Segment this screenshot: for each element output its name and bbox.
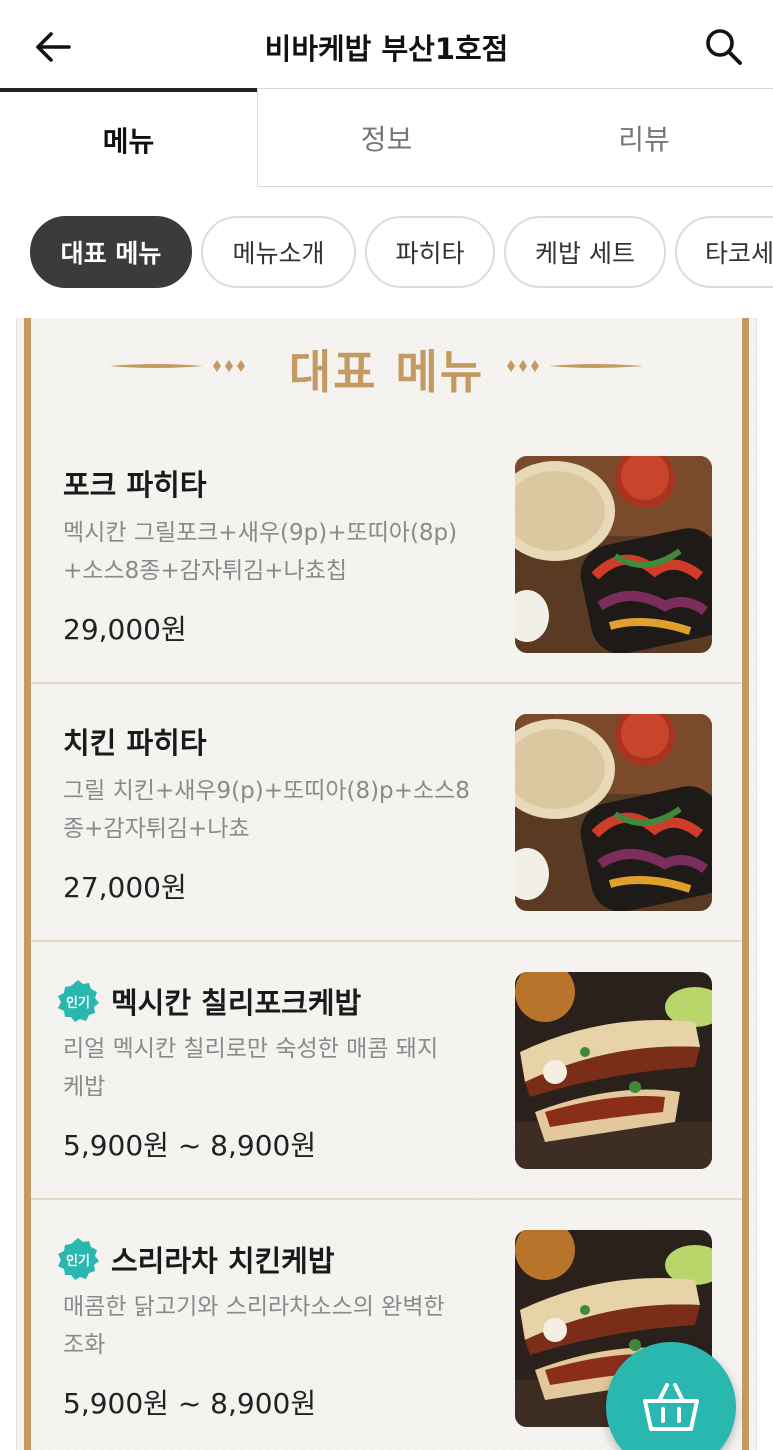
main-tabs: 메뉴 정보 리뷰 xyxy=(0,88,773,187)
item-name: 치킨 파히타 xyxy=(63,726,207,760)
app-header: 비바케밥 부산1호점 xyxy=(0,0,773,90)
panel-rail-left xyxy=(24,318,31,1450)
tab-menu[interactable]: 메뉴 xyxy=(0,88,257,187)
item-name: 인기 멕시칸 칠리포크케밥 xyxy=(58,978,361,1024)
basket-icon xyxy=(643,1383,699,1431)
item-description: 리얼 멕시칸 칠리로만 숙성한 매콤 돼지 케밥 xyxy=(63,1036,439,1100)
menu-item[interactable]: 인기 멕시칸 칠리포크케밥 리얼 멕시칸 칠리로만 숙성한 매콤 돼지 케밥 5… xyxy=(31,942,742,1200)
svg-text:인기: 인기 xyxy=(66,1253,90,1269)
item-description: 멕시칸 그릴포크+새우(9p)+또띠아(8p) +소스8종+감자튀김+나쵸칩 xyxy=(63,520,458,584)
item-description: 그릴 치킨+새우9(p)+또띠아(8)p+소스8 종+감자튀김+나쵸 xyxy=(63,778,470,842)
ornament-right-icon xyxy=(507,360,643,372)
chip-taco-set[interactable]: 타코세 xyxy=(675,216,773,288)
chip-signature-menu[interactable]: 대표 메뉴 xyxy=(30,216,192,288)
tab-info[interactable]: 정보 xyxy=(257,88,515,187)
menu-item[interactable]: 치킨 파히타 그릴 치킨+새우9(p)+또띠아(8)p+소스8 종+감자튀김+나… xyxy=(31,684,742,942)
tab-review[interactable]: 리뷰 xyxy=(515,88,773,187)
kebab-wrap-photo xyxy=(515,972,712,1169)
menu-item[interactable]: 포크 파히타 멕시칸 그릴포크+새우(9p)+또띠아(8p) +소스8종+감자튀… xyxy=(31,426,742,684)
item-name: 포크 파히타 xyxy=(63,468,207,502)
section-header: 대표 메뉴 xyxy=(17,336,756,399)
store-title: 비바케밥 부산1호점 xyxy=(264,32,509,66)
category-chips: 대표 메뉴 메뉴소개 파히타 케밥 세트 타코세 xyxy=(0,216,773,290)
chip-fajita[interactable]: 파히타 xyxy=(365,216,495,288)
item-name: 인기 스리라차 치킨케밥 xyxy=(58,1236,335,1282)
panel-rail-right xyxy=(742,318,749,1450)
section-title: 대표 메뉴 xyxy=(288,345,485,399)
popular-badge: 인기 xyxy=(55,1236,101,1282)
fajita-photo xyxy=(515,714,712,911)
popular-badge: 인기 xyxy=(55,978,101,1024)
search-button[interactable] xyxy=(699,22,747,70)
fajita-photo xyxy=(515,456,712,653)
item-description: 매콤한 닭고기와 스리라차소스의 완벽한 조화 xyxy=(63,1294,445,1358)
chip-menu-intro[interactable]: 메뉴소개 xyxy=(201,216,356,288)
menu-panel: 대표 메뉴 포크 파히타 멕시칸 그릴포크+새우(9p)+또띠아(8p) +소스… xyxy=(16,318,757,1450)
chip-kebab-set[interactable]: 케밥 세트 xyxy=(504,216,666,288)
item-price: 5,900원 ~ 8,900원 xyxy=(63,1129,317,1162)
item-price: 29,000원 xyxy=(63,613,187,646)
item-price: 5,900원 ~ 8,900원 xyxy=(63,1387,317,1420)
item-price: 27,000원 xyxy=(63,871,187,904)
svg-text:인기: 인기 xyxy=(66,995,90,1011)
search-icon xyxy=(706,29,742,65)
